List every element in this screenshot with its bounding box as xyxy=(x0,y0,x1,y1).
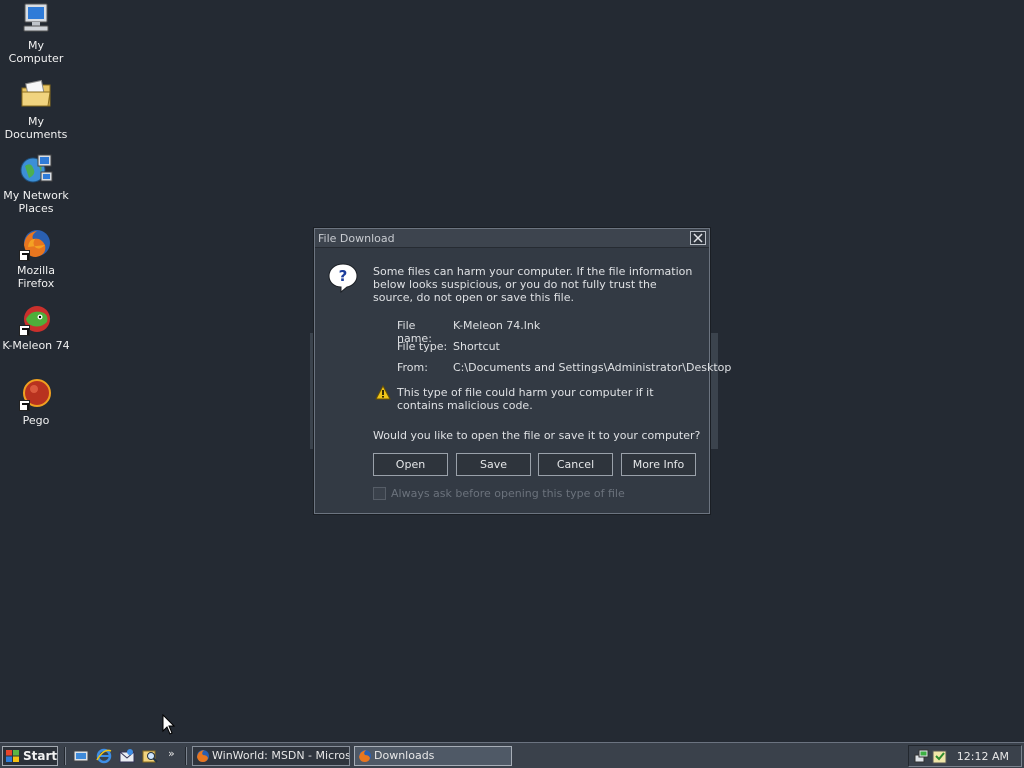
desktop-icon-my-documents[interactable]: My Documents xyxy=(0,78,72,141)
firefox-icon xyxy=(19,227,53,261)
desktop-icon-pego[interactable]: Pego xyxy=(0,377,72,427)
start-button[interactable]: Start xyxy=(2,746,58,766)
firefox-icon xyxy=(359,750,371,762)
start-label: Start xyxy=(23,749,58,763)
file-info: File name: K-Meleon 74.lnk File type: Sh… xyxy=(397,319,731,382)
from-value: C:\Documents and Settings\Administrator\… xyxy=(453,361,732,374)
from-row: From: C:\Documents and Settings\Administ… xyxy=(397,361,731,382)
file-type-value: Shortcut xyxy=(453,340,500,353)
more-info-button[interactable]: More Info xyxy=(621,453,696,476)
dialog-titlebar[interactable]: File Download xyxy=(315,229,709,248)
desktop-icon-mozilla-firefox[interactable]: Mozilla Firefox xyxy=(0,227,72,290)
desktop-icon-my-computer[interactable]: My Computer xyxy=(0,2,72,65)
dialog-title: File Download xyxy=(318,232,395,245)
always-ask-row: Always ask before opening this type of f… xyxy=(373,487,625,500)
file-name-row: File name: K-Meleon 74.lnk xyxy=(397,319,731,345)
cancel-button[interactable]: Cancel xyxy=(538,453,613,476)
always-ask-checkbox[interactable] xyxy=(373,487,386,500)
folder-icon xyxy=(19,78,53,112)
shortcut-arrow-icon xyxy=(19,250,30,261)
desktop-icon-my-network-places[interactable]: My Network Places xyxy=(0,152,72,215)
system-tray: 12:12 AM xyxy=(908,745,1022,767)
internet-explorer-icon[interactable] xyxy=(96,748,112,764)
svg-text:?: ? xyxy=(339,267,348,285)
desktop-icon-label: Mozilla Firefox xyxy=(17,264,55,290)
taskbar: Start » WinWorld: MSDN - Micros... Downl… xyxy=(0,742,1024,768)
intro-text: Some files can harm your computer. If th… xyxy=(373,265,693,304)
desktop-icon-label: My Documents xyxy=(4,115,68,141)
clock[interactable]: 12:12 AM xyxy=(957,750,1009,763)
shortcut-arrow-icon xyxy=(19,400,30,411)
warning-icon xyxy=(375,385,391,400)
file-download-dialog: File Download ? Some files can harm your… xyxy=(314,228,731,514)
file-name-label: File name: xyxy=(397,319,432,345)
desktop-icon-label: K-Meleon 74 xyxy=(2,339,70,352)
show-desktop-icon[interactable] xyxy=(73,748,89,764)
always-ask-label: Always ask before opening this type of f… xyxy=(391,487,625,500)
firefox-icon xyxy=(197,750,209,762)
shortcut-arrow-icon xyxy=(19,325,30,336)
file-type-row: File type: Shortcut xyxy=(397,340,731,361)
k-meleon-icon xyxy=(19,302,53,336)
taskbar-separator xyxy=(64,747,66,765)
desktop-icon-label: My Computer xyxy=(8,39,64,65)
desktop-icon-k-meleon[interactable]: K-Meleon 74 xyxy=(0,302,72,352)
outlook-express-icon[interactable] xyxy=(119,748,135,764)
file-name-value: K-Meleon 74.lnk xyxy=(453,319,541,332)
close-icon xyxy=(693,233,703,243)
taskbar-separator xyxy=(185,747,187,765)
mouse-cursor-icon xyxy=(162,714,176,735)
network-globe-icon xyxy=(19,152,53,186)
open-button[interactable]: Open xyxy=(373,453,448,476)
file-type-label: File type: xyxy=(397,340,448,353)
security-alert-icon[interactable] xyxy=(932,749,947,764)
caution-text: This type of file could harm your comput… xyxy=(397,386,654,412)
network-connection-icon[interactable] xyxy=(914,749,929,764)
question-text: Would you like to open the file or save … xyxy=(373,429,701,442)
save-button[interactable]: Save xyxy=(456,453,531,476)
task-button-label: Downloads xyxy=(374,749,435,762)
close-button[interactable] xyxy=(690,231,706,245)
computer-icon xyxy=(19,2,53,36)
windows-logo-icon xyxy=(6,750,19,762)
desktop-icon-label: My Network Places xyxy=(3,189,69,215)
from-label: From: xyxy=(397,361,428,374)
pego-icon xyxy=(19,377,53,411)
task-button-winworld[interactable]: WinWorld: MSDN - Micros... xyxy=(192,746,350,766)
explorer-search-icon[interactable] xyxy=(142,748,158,764)
question-icon: ? xyxy=(328,263,358,294)
desktop-icon-label: Pego xyxy=(22,414,50,427)
task-button-label: WinWorld: MSDN - Micros... xyxy=(212,749,350,762)
task-button-downloads[interactable]: Downloads xyxy=(354,746,512,766)
quick-launch-chevron[interactable]: » xyxy=(168,747,175,760)
